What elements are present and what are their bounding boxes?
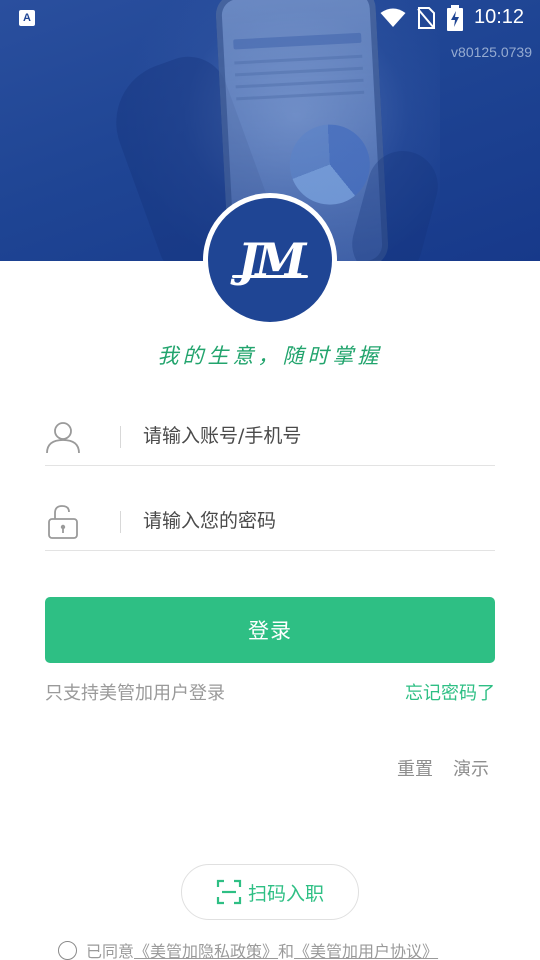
scan-to-join-button[interactable]: 扫码入职 [181, 864, 359, 920]
field-separator [120, 426, 121, 448]
agree-radio[interactable] [58, 940, 77, 960]
user-icon [46, 422, 80, 454]
demo-link[interactable]: 演示 [453, 755, 489, 781]
banner-pie-image [287, 122, 372, 207]
agree-conjunction: 和 [278, 942, 295, 960]
password-field [45, 491, 495, 551]
scan-icon [216, 879, 242, 905]
agreement-row: 已同意 《美管加隐私政策》 和 《美管加用户协议》 [58, 938, 438, 960]
no-sim-icon [417, 7, 435, 29]
status-bar: A 10:12 [0, 0, 540, 36]
password-input[interactable] [143, 503, 483, 539]
battery-charging-icon [447, 5, 463, 31]
status-time: 10:12 [474, 6, 525, 28]
scan-label: 扫码入职 [247, 882, 324, 905]
app-logo: JM [203, 193, 337, 327]
agree-prefix: 已同意 [86, 942, 135, 960]
logo-circle: JM [208, 198, 332, 322]
field-separator [120, 511, 121, 533]
wifi-icon [380, 8, 406, 27]
account-field [45, 406, 495, 466]
user-agreement-link[interactable]: 《美管加用户协议》 [294, 938, 438, 960]
login-button[interactable]: 登录 [45, 597, 495, 663]
forgot-password-link[interactable]: 忘记密码了 [405, 679, 495, 705]
privacy-policy-link[interactable]: 《美管加隐私政策》 [134, 938, 278, 960]
support-hint: 只支持美管加用户登录 [45, 683, 225, 704]
logo-underline [232, 275, 308, 278]
slogan: 我的生意，随时掌握 [157, 344, 383, 368]
reset-link[interactable]: 重置 [397, 755, 433, 781]
logo-mark: JM [237, 233, 307, 287]
version-label: v80125.0739 [451, 44, 532, 60]
unlock-icon [48, 505, 78, 539]
text-notification-icon: A [19, 10, 35, 26]
account-input[interactable] [143, 418, 483, 454]
